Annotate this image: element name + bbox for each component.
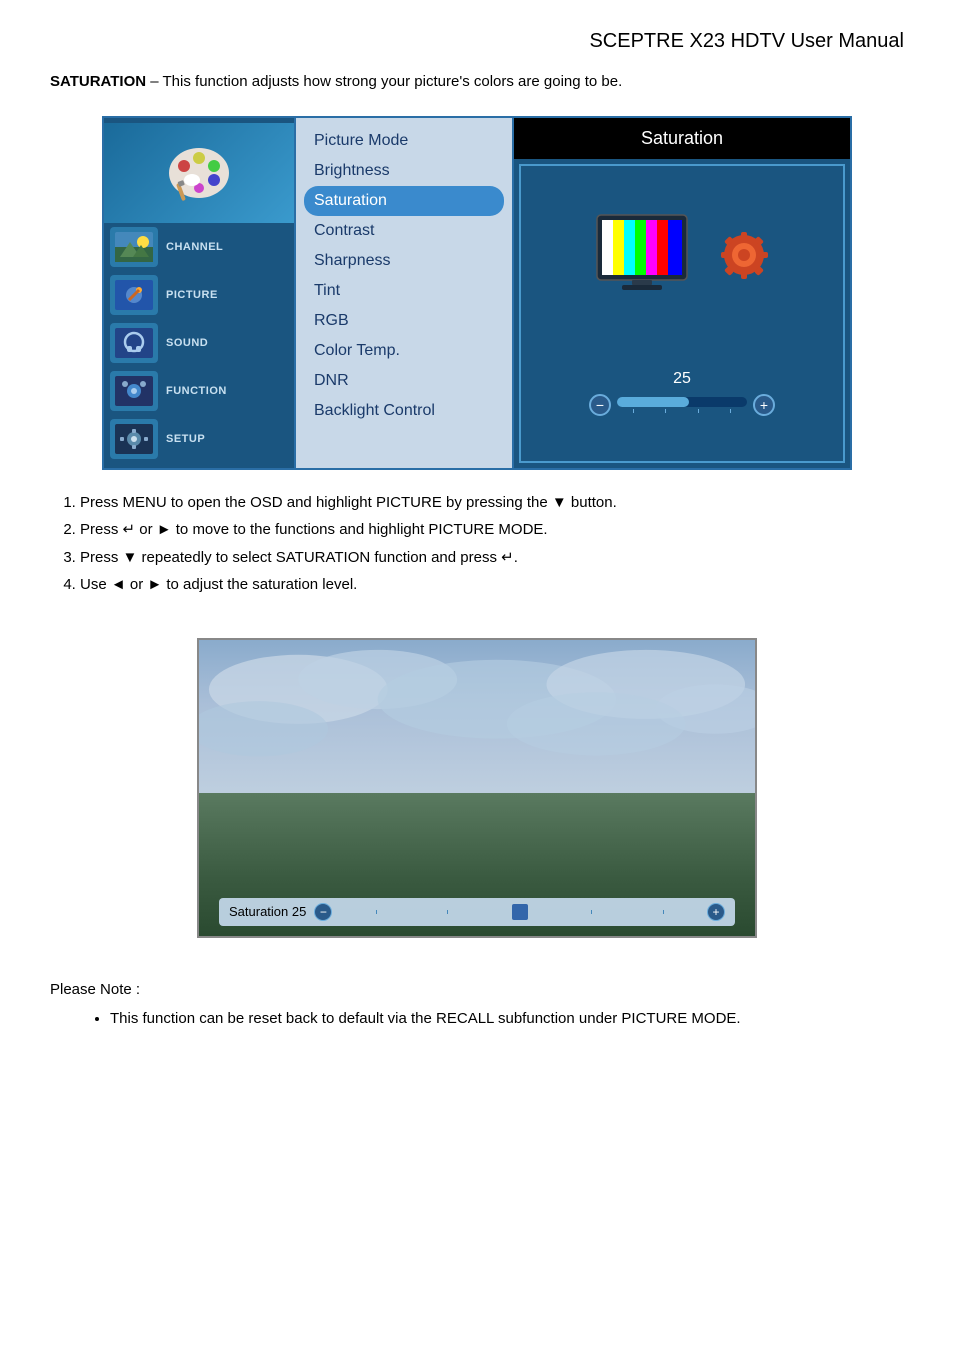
note-item-1: This function can be reset back to defau…: [110, 1007, 904, 1031]
photo-slider-thumb[interactable]: [512, 904, 528, 920]
picture-icon-svg: [115, 280, 153, 310]
sidebar-item-setup[interactable]: SETUP: [104, 415, 294, 463]
plus-button[interactable]: +: [753, 394, 775, 416]
palette-icon-area: [104, 123, 294, 223]
photo-slider-label: Saturation 25: [229, 904, 306, 919]
menu-sharpness[interactable]: Sharpness: [296, 246, 512, 276]
tick-1: [633, 409, 634, 413]
picture-label: PICTURE: [166, 289, 218, 301]
osd-menu: Picture Mode Brightness Saturation Contr…: [294, 118, 514, 468]
photo-plus-button[interactable]: +: [707, 903, 725, 921]
menu-saturation[interactable]: Saturation: [304, 186, 504, 216]
note-section: Please Note : This function can be reset…: [50, 978, 904, 1031]
sound-label: SOUND: [166, 337, 208, 349]
photo-minus-button[interactable]: −: [314, 903, 332, 921]
note-title: Please Note :: [50, 978, 904, 1002]
channel-label: CHANNEL: [166, 241, 223, 253]
photo-tick-5: [663, 910, 664, 914]
picture-icon: [110, 275, 158, 315]
palette-icon: [164, 138, 234, 208]
menu-picture-mode[interactable]: Picture Mode: [296, 126, 512, 156]
instructions-section: Press MENU to open the OSD and highlight…: [50, 490, 904, 598]
instruction-2: Press ↵ or ► to move to the functions an…: [80, 517, 904, 543]
gear-icon: [717, 228, 772, 283]
setup-icon-svg: [115, 424, 153, 454]
intro-rest: – This function adjusts how strong your …: [146, 73, 622, 90]
sidebar-item-function[interactable]: FUNCTION: [104, 367, 294, 415]
channel-icon: [110, 227, 158, 267]
tick-2: [665, 409, 666, 413]
instruction-1: Press MENU to open the OSD and highlight…: [80, 490, 904, 516]
photo-slider-bar: Saturation 25 − +: [219, 898, 735, 926]
photo-tick-1: [376, 910, 377, 914]
function-label: FUNCTION: [166, 385, 227, 397]
menu-contrast[interactable]: Contrast: [296, 216, 512, 246]
intro-paragraph: SATURATION – This function adjusts how s…: [50, 71, 904, 94]
sidebar-item-sound[interactable]: SOUND: [104, 319, 294, 367]
slider-track: [617, 397, 747, 407]
instruction-4: Use ◄ or ► to adjust the saturation leve…: [80, 572, 904, 598]
setup-icon: [110, 419, 158, 459]
instructions-list: Press MENU to open the OSD and highlight…: [50, 490, 904, 598]
minus-button[interactable]: −: [589, 394, 611, 416]
instruction-3: Press ▼ repeatedly to select SATURATION …: [80, 545, 904, 571]
function-icon: [110, 371, 158, 411]
intro-bold: SATURATION: [50, 73, 146, 90]
page-header: SCEPTRE X23 HDTV User Manual: [50, 30, 904, 53]
clouds-svg: [199, 640, 755, 803]
photo-tick-2: [447, 910, 448, 914]
slider-section: 25 − +: [536, 370, 828, 416]
page-title: SCEPTRE X23 HDTV User Manual: [589, 30, 904, 52]
right-title: Saturation: [514, 118, 850, 159]
landscape-photo: Saturation 25 − +: [197, 638, 757, 938]
osd-right-panel: Saturation: [514, 118, 850, 468]
slider-value: 25: [536, 370, 828, 388]
menu-brightness[interactable]: Brightness: [296, 156, 512, 186]
slider-row: − +: [536, 394, 828, 416]
tv-gear-icon-area: [592, 210, 772, 300]
sidebar-item-picture[interactable]: PICTURE: [104, 271, 294, 319]
tick-4: [730, 409, 731, 413]
osd-sidebar: CHANNEL PICTURE: [104, 118, 294, 468]
function-icon-svg: [115, 376, 153, 406]
tick-3: [698, 409, 699, 413]
channel-landscape-icon: [115, 232, 153, 262]
slider-fill: [617, 397, 689, 407]
menu-backlight[interactable]: Backlight Control: [296, 396, 512, 426]
photo-tick-4: [591, 910, 592, 914]
setup-label: SETUP: [166, 433, 205, 445]
osd-ui: CHANNEL PICTURE: [102, 116, 852, 470]
menu-dnr[interactable]: DNR: [296, 366, 512, 396]
menu-rgb[interactable]: RGB: [296, 306, 512, 336]
note-list: This function can be reset back to defau…: [50, 1007, 904, 1031]
sidebar-item-channel[interactable]: CHANNEL: [104, 223, 294, 271]
sound-icon-svg: [115, 328, 153, 358]
tv-icon: [592, 210, 712, 300]
menu-color-temp[interactable]: Color Temp.: [296, 336, 512, 366]
right-content: 25 − +: [519, 164, 845, 463]
slider-ticks: [617, 409, 747, 413]
sound-icon: [110, 323, 158, 363]
menu-tint[interactable]: Tint: [296, 276, 512, 306]
